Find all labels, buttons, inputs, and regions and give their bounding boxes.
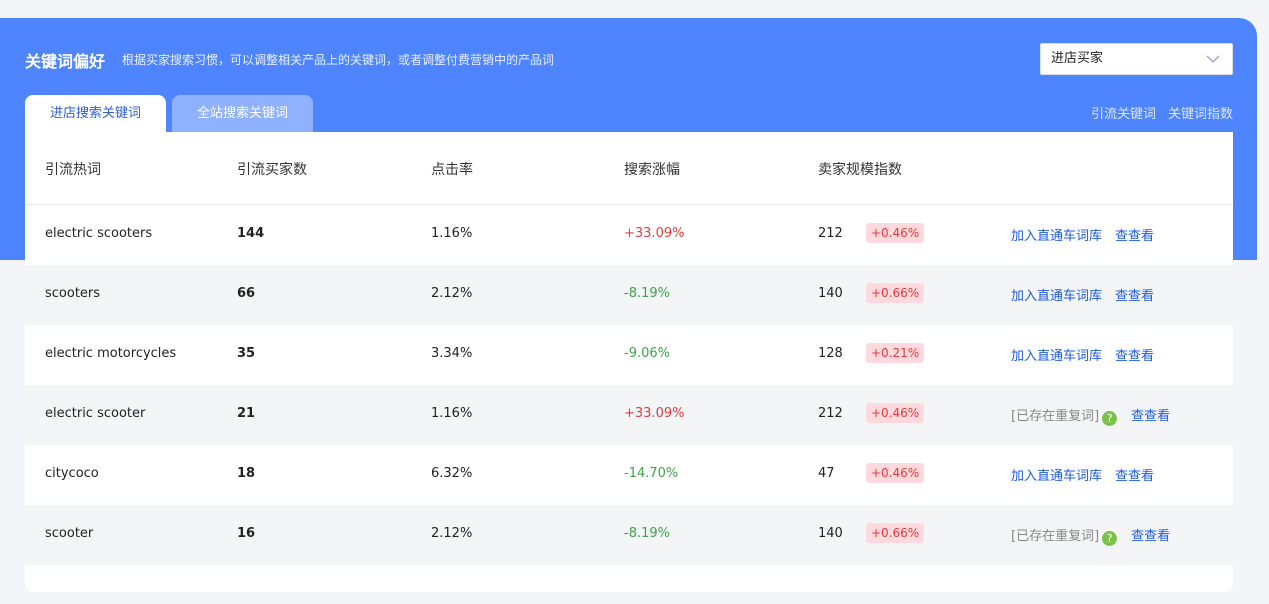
duplicate-keyword-label: [已存在重复词] bbox=[1011, 409, 1100, 424]
add-to-keyword-library-link[interactable]: 加入直通车词库 bbox=[1011, 289, 1102, 304]
ctr-cell: 2.12% bbox=[431, 526, 473, 541]
row-actions: 加入直通车词库 查查看 bbox=[1011, 345, 1154, 364]
table-header: 引流热词 引流买家数 点击率 搜索涨幅 卖家规模指数 bbox=[25, 132, 1233, 205]
column-header-ctr: 点击率 bbox=[431, 162, 473, 178]
buyer-type-select[interactable]: 进店买家 bbox=[1040, 43, 1233, 75]
table-row: scooter 16 2.12% -8.19% 140 +0.66% [已存在重复词]? 查查… bbox=[25, 505, 1233, 565]
seller-scale-cell: 128 bbox=[818, 346, 843, 361]
check-view-link[interactable]: 查查看 bbox=[1131, 529, 1170, 544]
buyers-cell: 144 bbox=[237, 226, 265, 241]
column-header-seller-scale: 卖家规模指数 bbox=[818, 162, 902, 178]
table-row: scooters 66 2.12% -8.19% 140 +0.66% 加入直通车词库 查查看 bbox=[25, 265, 1233, 325]
column-header-growth: 搜索涨幅 bbox=[624, 162, 680, 178]
table-row: electric scooters 144 1.16% +33.09% 212 +0.46… bbox=[25, 205, 1233, 265]
scale-change-badge: +0.46% bbox=[866, 463, 925, 483]
scale-change-badge: +0.66% bbox=[866, 523, 925, 543]
add-to-keyword-library-link[interactable]: 加入直通车词库 bbox=[1011, 349, 1102, 364]
growth-cell: -9.06% bbox=[624, 346, 670, 361]
row-actions: 加入直通车词库 查查看 bbox=[1011, 285, 1154, 304]
add-to-keyword-library-link[interactable]: 加入直通车词库 bbox=[1011, 229, 1102, 244]
keyword-table: 引流热词 引流买家数 点击率 搜索涨幅 卖家规模指数 electric scoo… bbox=[25, 132, 1233, 592]
check-view-link[interactable]: 查查看 bbox=[1131, 409, 1170, 424]
keyword-cell: scooter bbox=[45, 526, 94, 541]
table-row: electric scooter 21 1.16% +33.09% 212 +0.46% [… bbox=[25, 385, 1233, 445]
growth-cell: +33.09% bbox=[624, 406, 685, 421]
growth-cell: -8.19% bbox=[624, 286, 670, 301]
select-value: 进店买家 bbox=[1051, 51, 1104, 66]
seller-scale-cell: 212 bbox=[818, 406, 843, 421]
seller-scale-cell: 212 bbox=[818, 226, 843, 241]
question-icon[interactable]: ? bbox=[1102, 531, 1118, 546]
tab-site-search-keywords[interactable]: 全站搜索关键词 bbox=[172, 95, 313, 132]
buyers-cell: 16 bbox=[237, 526, 256, 541]
seller-scale-cell: 140 bbox=[818, 526, 843, 541]
keyword-cell: electric scooter bbox=[45, 406, 146, 421]
table-body: electric scooters 144 1.16% +33.09% 212 +0.46… bbox=[25, 205, 1233, 565]
row-actions: [已存在重复词]? 查查看 bbox=[1011, 405, 1170, 426]
keyword-cell: scooters bbox=[45, 286, 101, 301]
keyword-index-link[interactable]: 关键词指数 bbox=[1168, 107, 1233, 122]
add-to-keyword-library-link[interactable]: 加入直通车词库 bbox=[1011, 469, 1102, 484]
row-actions: [已存在重复词]? 查查看 bbox=[1011, 525, 1170, 546]
row-actions: 加入直通车词库 查查看 bbox=[1011, 465, 1154, 484]
traffic-keywords-link[interactable]: 引流关键词 bbox=[1091, 107, 1156, 122]
tab-store-search-keywords[interactable]: 进店搜索关键词 bbox=[25, 95, 166, 132]
check-view-link[interactable]: 查查看 bbox=[1115, 469, 1154, 484]
column-header-buyers: 引流买家数 bbox=[237, 162, 307, 178]
table-row: electric motorcycles 35 3.34% -9.06% 128 +0.2… bbox=[25, 325, 1233, 385]
page-description: 根据买家搜索习惯，可以调整相关产品上的关键词，或者调整付费营销中的产品词 bbox=[122, 53, 555, 67]
table-row: citycoco 18 6.32% -14.70% 47 +0.46% 加入直通车词库 查查看 bbox=[25, 445, 1233, 505]
growth-cell: -14.70% bbox=[624, 466, 679, 481]
ctr-cell: 2.12% bbox=[431, 286, 473, 301]
duplicate-keyword-label: [已存在重复词] bbox=[1011, 529, 1100, 544]
check-view-link[interactable]: 查查看 bbox=[1115, 349, 1154, 364]
seller-scale-cell: 140 bbox=[818, 286, 843, 301]
growth-cell: -8.19% bbox=[624, 526, 670, 541]
right-links: 引流关键词 关键词指数 bbox=[1079, 103, 1233, 122]
ctr-cell: 3.34% bbox=[431, 346, 473, 361]
chevron-down-icon bbox=[1206, 55, 1220, 63]
buyers-cell: 66 bbox=[237, 286, 256, 301]
scale-change-badge: +0.21% bbox=[866, 343, 925, 363]
keyword-cell: electric motorcycles bbox=[45, 346, 177, 361]
buyers-cell: 35 bbox=[237, 346, 256, 361]
page-title: 关键词偏好 bbox=[25, 52, 106, 71]
scale-change-badge: +0.66% bbox=[866, 283, 925, 303]
buyers-cell: 18 bbox=[237, 466, 256, 481]
scale-change-badge: +0.46% bbox=[866, 403, 925, 423]
ctr-cell: 1.16% bbox=[431, 226, 473, 241]
question-icon[interactable]: ? bbox=[1102, 411, 1118, 426]
growth-cell: +33.09% bbox=[624, 226, 685, 241]
keyword-cell: citycoco bbox=[45, 466, 99, 481]
scale-change-badge: +0.46% bbox=[866, 223, 925, 243]
ctr-cell: 1.16% bbox=[431, 406, 473, 421]
seller-scale-cell: 47 bbox=[818, 466, 835, 481]
check-view-link[interactable]: 查查看 bbox=[1115, 229, 1154, 244]
ctr-cell: 6.32% bbox=[431, 466, 473, 481]
row-actions: 加入直通车词库 查查看 bbox=[1011, 225, 1154, 244]
keyword-cell: electric scooters bbox=[45, 226, 153, 241]
check-view-link[interactable]: 查查看 bbox=[1115, 289, 1154, 304]
column-header-keyword: 引流热词 bbox=[45, 162, 101, 178]
buyers-cell: 21 bbox=[237, 406, 256, 421]
